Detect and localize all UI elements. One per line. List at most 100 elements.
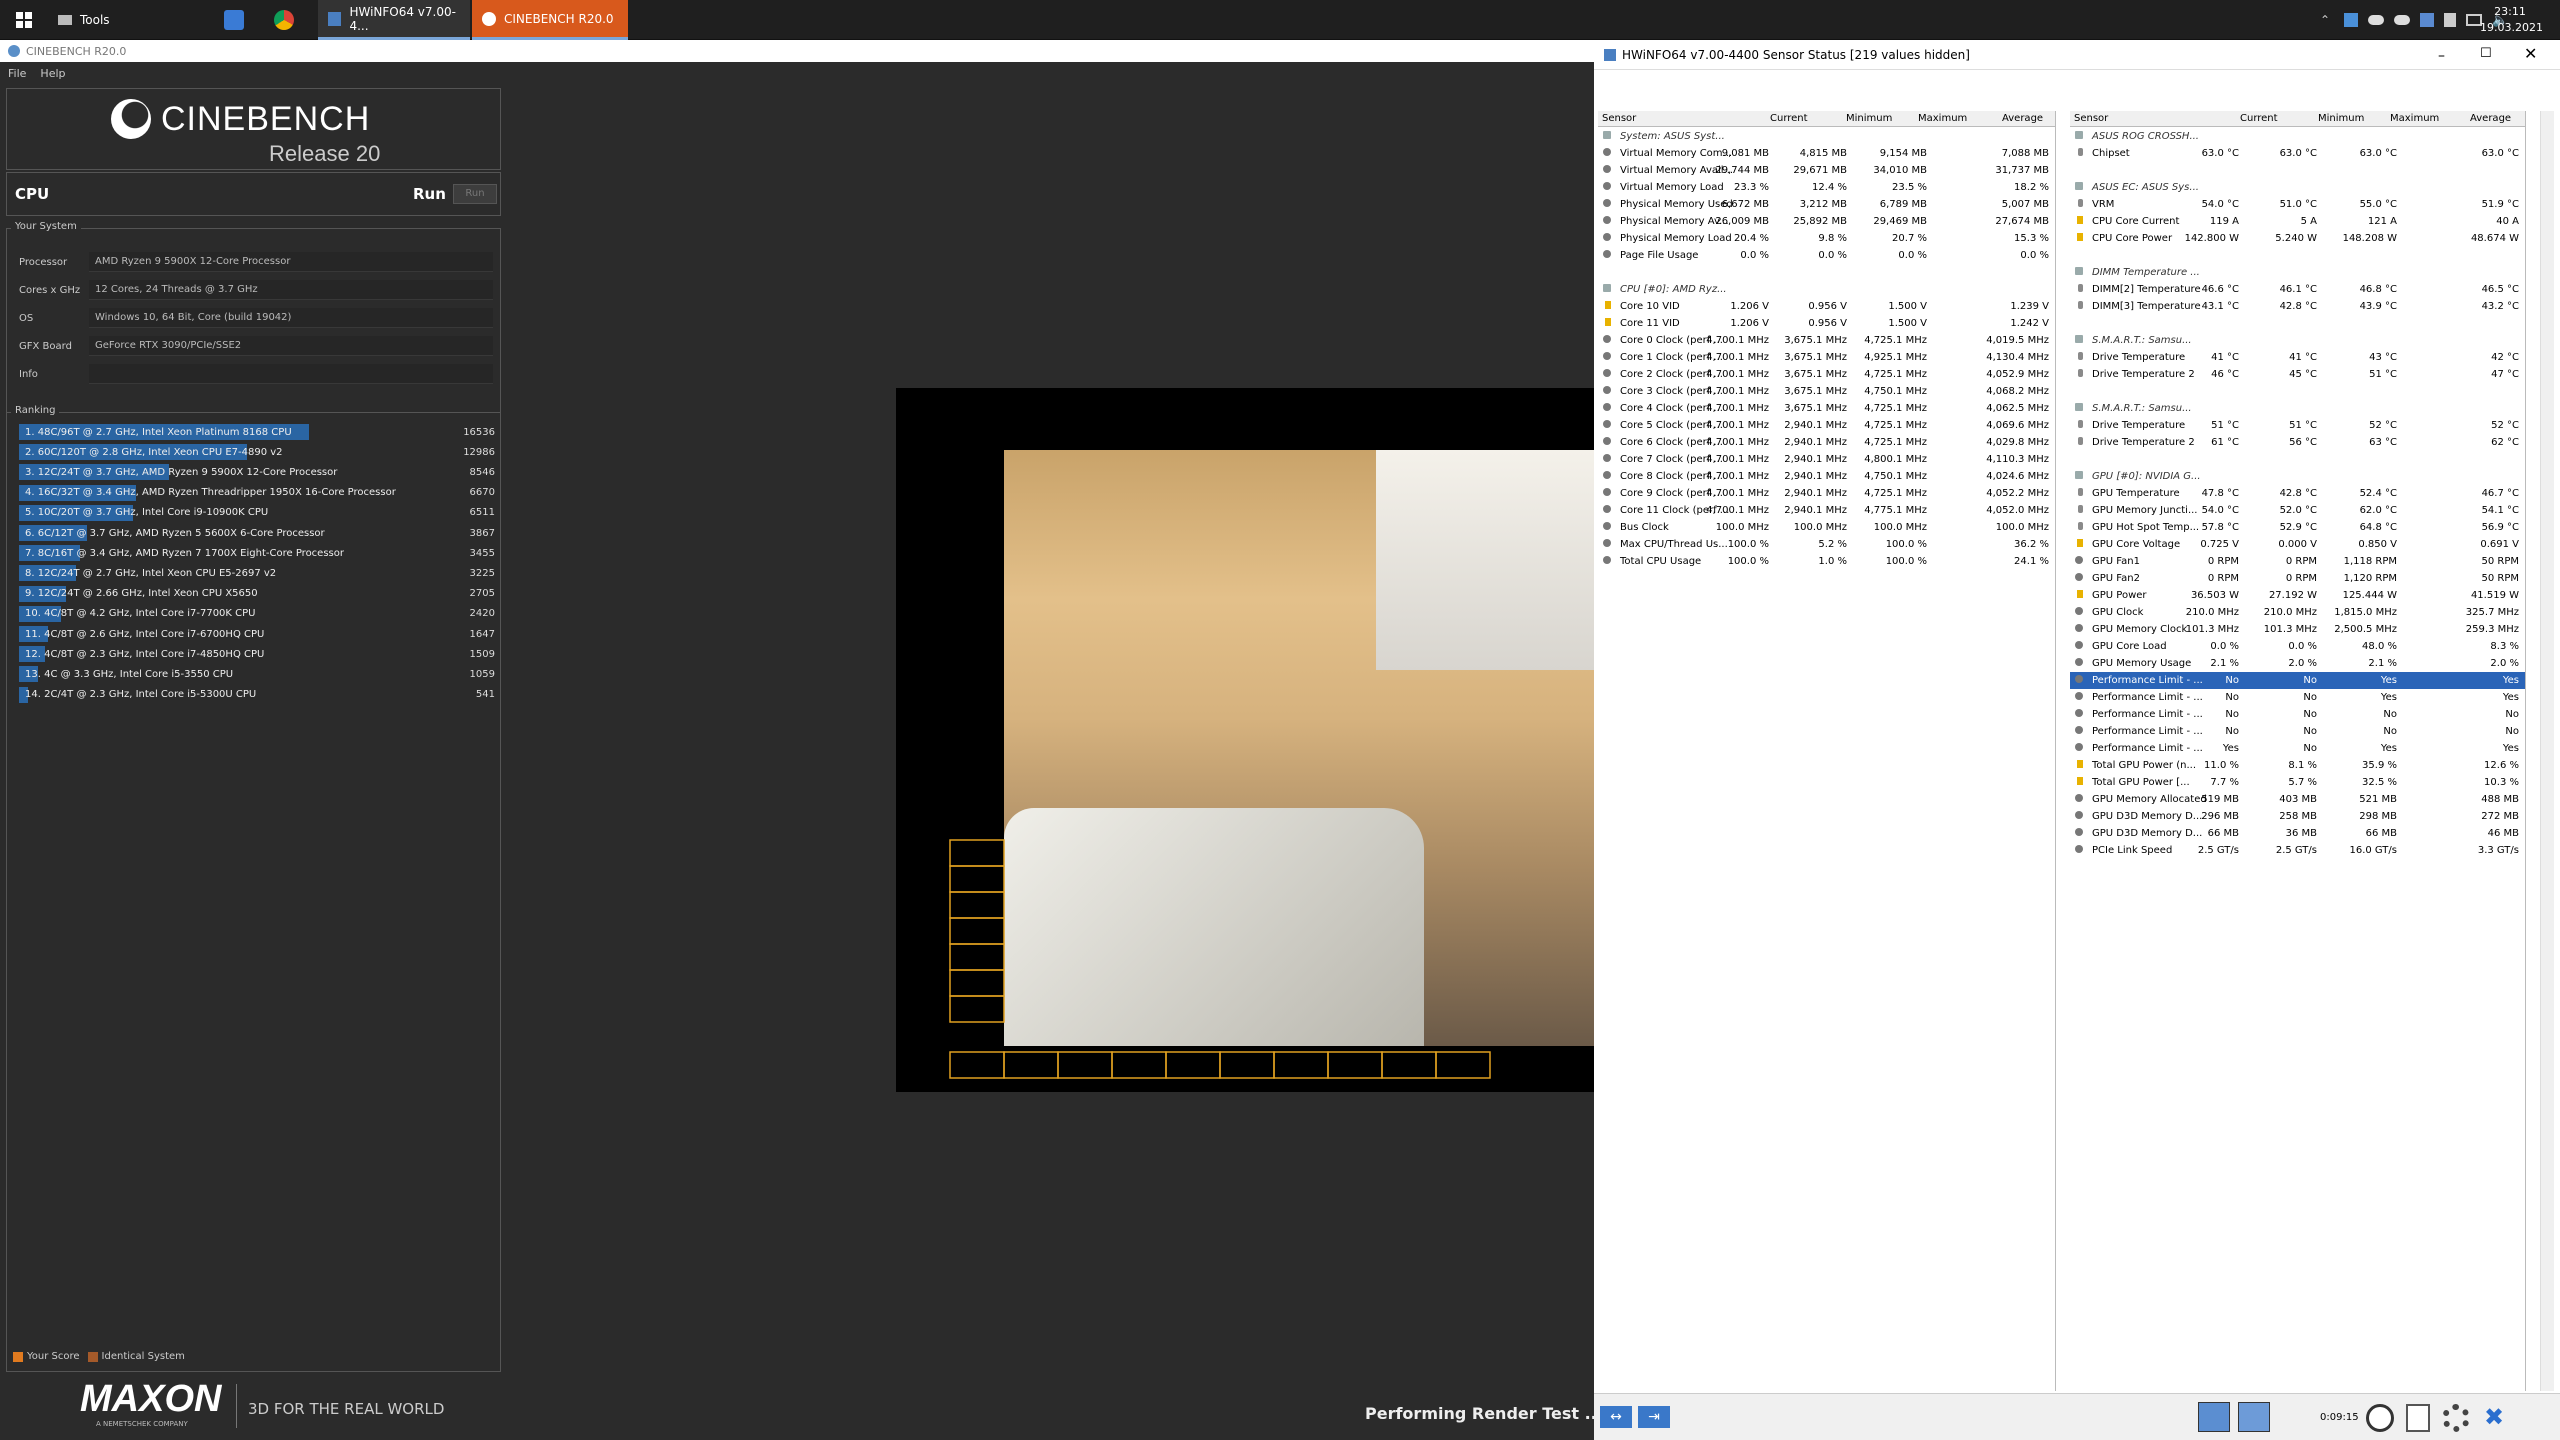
info-field[interactable] [89, 364, 493, 384]
sensor-row[interactable]: Page File Usage 0.0 % 0.0 % 0.0 % 0.0 % [1598, 247, 2055, 264]
sensor-row[interactable]: GPU Fan2 0 RPM 0 RPM 1,120 RPM 50 RPM [2070, 570, 2525, 587]
sensor-group-header[interactable]: DIMM Temperature ... [2070, 264, 2525, 281]
sensor-compare-icon[interactable] [2238, 1402, 2270, 1432]
sensor-row[interactable]: GPU Core Load 0.0 % 0.0 % 48.0 % 8.3 % [2070, 638, 2525, 655]
sensor-group-header[interactable]: S.M.A.R.T.: Samsu... [2070, 332, 2525, 349]
ranking-row[interactable]: 6. 6C/12T @ 3.7 GHz, AMD Ryzen 5 5600X 6… [13, 524, 495, 542]
tools-toolbar[interactable]: Tools [58, 0, 110, 40]
col-maximum[interactable]: Maximum [2390, 113, 2439, 124]
sensor-row[interactable]: Core 0 Clock (perf ... 4,700.1 MHz 3,675.1… [1598, 332, 2055, 349]
ranking-row[interactable]: 12. 4C/8T @ 2.3 GHz, Intel Core i7-4850H… [13, 645, 495, 663]
hwinfo-tray-icon[interactable] [2420, 13, 2434, 27]
sensor-row[interactable]: Core 5 Clock (perf ... 4,700.1 MHz 2,940.1… [1598, 417, 2055, 434]
sensor-row[interactable]: GPU Core Voltage 0.725 V 0.000 V 0.850 V 0.6… [2070, 536, 2525, 553]
ranking-row[interactable]: 1. 48C/96T @ 2.7 GHz, Intel Xeon Platinu… [13, 423, 495, 441]
sensor-group-header[interactable]: S.M.A.R.T.: Samsu... [2070, 400, 2525, 417]
ranking-row[interactable]: 3. 12C/24T @ 3.7 GHz, AMD Ryzen 9 5900X … [13, 463, 495, 481]
start-button[interactable] [0, 0, 48, 40]
col-minimum[interactable]: Minimum [2318, 113, 2364, 124]
sensor-group-header[interactable]: System: ASUS Syst... [1598, 128, 2055, 145]
sensor-row[interactable]: Virtual Memory Avail... 29,744 MB 29,671 M… [1598, 162, 2055, 179]
sensor-row[interactable]: CPU Core Power 142.800 W 5.240 W 148.208 W 4… [2070, 230, 2525, 247]
sensor-row[interactable]: GPU Temperature 47.8 °C 42.8 °C 52.4 °C 46.7… [2070, 485, 2525, 502]
sensor-row[interactable]: Physical Memory Load 20.4 % 9.8 % 20.7 % 15.… [1598, 230, 2055, 247]
sensor-row[interactable]: Total GPU Power (n... 11.0 % 8.1 % 35.9 % 12… [2070, 757, 2525, 774]
arrow-left-icon[interactable]: ↔ [1600, 1406, 1632, 1428]
cloud-icon[interactable] [2394, 15, 2410, 25]
sensor-row[interactable]: Core 7 Clock (perf ... 4,700.1 MHz 2,940.1… [1598, 451, 2055, 468]
sensor-row[interactable]: Physical Memory Av... 26,009 MB 25,892 MB 2… [1598, 213, 2055, 230]
close-button[interactable]: ✕ [2524, 44, 2537, 63]
app-tray-icon[interactable] [2344, 13, 2358, 27]
sensor-row[interactable]: GPU Memory Allocated 519 MB 403 MB 521 MB 48… [2070, 791, 2525, 808]
sensor-row[interactable]: GPU Hot Spot Temp... 57.8 °C 52.9 °C 64.8 °… [2070, 519, 2525, 536]
sensor-row[interactable]: Core 2 Clock (perf ... 4,700.1 MHz 3,675.1… [1598, 366, 2055, 383]
gear-icon[interactable] [2442, 1404, 2470, 1432]
sensor-row[interactable]: Core 6 Clock (perf ... 4,700.1 MHz 2,940.1… [1598, 434, 2055, 451]
maximize-button[interactable]: ☐ [2480, 46, 2492, 61]
ranking-row[interactable]: 2. 60C/120T @ 2.8 GHz, Intel Xeon CPU E7… [13, 443, 495, 461]
sensor-row[interactable]: Performance Limit - ... No No No No [2070, 723, 2525, 740]
sensor-row[interactable]: Drive Temperature 51 °C 51 °C 52 °C 52 °C [2070, 417, 2525, 434]
close-icon[interactable]: ✖ [2480, 1404, 2508, 1432]
cloud-icon[interactable] [2368, 15, 2384, 25]
sensor-row[interactable]: GPU Memory Clock 101.3 MHz 101.3 MHz 2,500.… [2070, 621, 2525, 638]
sensor-row[interactable]: Drive Temperature 2 61 °C 56 °C 63 °C 62 °C [2070, 434, 2525, 451]
sensor-row[interactable]: Core 8 Clock (perf ... 4,700.1 MHz 2,940.1… [1598, 468, 2055, 485]
sensor-row[interactable]: Total GPU Power [... 7.7 % 5.7 % 32.5 % 10.3… [2070, 774, 2525, 791]
table-scrollbar[interactable] [2540, 111, 2554, 1391]
ranking-row[interactable]: 13. 4C @ 3.3 GHz, Intel Core i5-3550 CPU… [13, 665, 495, 683]
sensor-row[interactable]: GPU Power 36.503 W 27.192 W 125.444 W 41.519… [2070, 587, 2525, 604]
sensor-row[interactable]: GPU Fan1 0 RPM 0 RPM 1,118 RPM 50 RPM [2070, 553, 2525, 570]
col-current[interactable]: Current [2240, 113, 2278, 124]
sensor-row[interactable]: Performance Limit - ... No No No No [2070, 706, 2525, 723]
chrome-taskbar-icon[interactable] [274, 0, 294, 40]
sensor-row[interactable]: Core 3 Clock (perf ... 4,700.1 MHz 3,675.1… [1598, 383, 2055, 400]
sensor-row[interactable]: DIMM[3] Temperature 43.1 °C 42.8 °C 43.9 °C… [2070, 298, 2525, 315]
minimize-button[interactable]: – [2438, 48, 2445, 64]
ranking-row[interactable]: 9. 12C/24T @ 2.66 GHz, Intel Xeon CPU X5… [13, 585, 495, 603]
clock-icon[interactable] [2366, 1404, 2394, 1432]
sensor-group-header[interactable]: GPU [#0]: NVIDIA G... [2070, 468, 2525, 485]
taskbar-tab-cinebench[interactable]: CINEBENCH R20.0 [472, 0, 628, 40]
explorer-taskbar-icon[interactable] [224, 0, 244, 40]
sensor-row[interactable]: Performance Limit - ... No No Yes Yes [2070, 689, 2525, 706]
sensor-row[interactable]: CPU Core Current 119 A 5 A 121 A 40 A [2070, 213, 2525, 230]
col-sensor[interactable]: Sensor [1602, 113, 1636, 124]
ranking-row[interactable]: 10. 4C/8T @ 4.2 GHz, Intel Core i7-7700K… [13, 605, 495, 623]
sensor-row[interactable]: Drive Temperature 2 46 °C 45 °C 51 °C 47 °C [2070, 366, 2525, 383]
ranking-row[interactable]: 5. 10C/20T @ 3.7 GHz, Intel Core i9-1090… [13, 504, 495, 522]
usb-icon[interactable] [2444, 13, 2456, 27]
ranking-row[interactable]: 14. 2C/4T @ 2.3 GHz, Intel Core i5-5300U… [13, 686, 495, 704]
report-icon[interactable] [2406, 1404, 2430, 1432]
hwinfo-titlebar[interactable]: HWiNFO64 v7.00-4400 Sensor Status [219 v… [1594, 40, 2560, 70]
sensor-group-header[interactable]: ASUS ROG CROSSH... [2070, 128, 2525, 145]
cinebench-titlebar[interactable]: CINEBENCH R20.0 [0, 40, 1595, 62]
taskbar-tab-hwinfo[interactable]: HWiNFO64 v7.00-4... [318, 0, 470, 40]
ranking-row[interactable]: 8. 12C/24T @ 2.7 GHz, Intel Xeon CPU E5-… [13, 564, 495, 582]
sensor-row[interactable]: PCIe Link Speed 2.5 GT/s 2.5 GT/s 16.0 GT/s… [2070, 842, 2525, 859]
ranking-row[interactable]: 7. 8C/16T @ 3.4 GHz, AMD Ryzen 7 1700X E… [13, 544, 495, 562]
col-minimum[interactable]: Minimum [1846, 113, 1892, 124]
sensor-row[interactable]: Performance Limit - ... Yes No Yes Yes [2070, 740, 2525, 757]
sensor-row[interactable]: DIMM[2] Temperature 46.6 °C 46.1 °C 46.8 °C… [2070, 281, 2525, 298]
network-stats-icon[interactable] [2198, 1402, 2230, 1432]
sensor-row[interactable]: GPU Clock 210.0 MHz 210.0 MHz 1,815.0 MHz 32… [2070, 604, 2525, 621]
sensor-row[interactable]: GPU Memory Usage 2.1 % 2.0 % 2.1 % 2.0 % [2070, 655, 2525, 672]
sensor-row[interactable]: Core 11 Clock (perf ... 4,700.1 MHz 2,940.… [1598, 502, 2055, 519]
sensor-group-header[interactable]: ASUS EC: ASUS Sys... [2070, 179, 2525, 196]
sensor-row[interactable]: Total CPU Usage 100.0 % 1.0 % 100.0 % 24.1 % [1598, 553, 2055, 570]
sensor-row[interactable]: Performance Limit - ... No No Yes Yes [2070, 672, 2525, 689]
sensor-row[interactable]: Virtual Memory Load 23.3 % 12.4 % 23.5 % 18.… [1598, 179, 2055, 196]
sensor-row[interactable]: Bus Clock 100.0 MHz 100.0 MHz 100.0 MHz 100.… [1598, 519, 2055, 536]
ranking-row[interactable]: 11. 4C/8T @ 2.6 GHz, Intel Core i7-6700H… [13, 625, 495, 643]
arrow-right-icon[interactable]: ⇥ [1638, 1406, 1670, 1428]
col-sensor[interactable]: Sensor [2074, 113, 2108, 124]
sensor-row[interactable]: Drive Temperature 41 °C 41 °C 43 °C 42 °C [2070, 349, 2525, 366]
menu-file[interactable]: File [8, 67, 26, 80]
col-average[interactable]: Average [2002, 113, 2043, 124]
sensor-row[interactable]: Core 9 Clock (perf ... 4,700.1 MHz 2,940.1… [1598, 485, 2055, 502]
sensor-row[interactable]: Core 11 VID 1.206 V 0.956 V 1.500 V 1.242 V [1598, 315, 2055, 332]
sensor-row[interactable]: VRM 54.0 °C 51.0 °C 55.0 °C 51.9 °C [2070, 196, 2525, 213]
sensor-row[interactable]: Chipset 63.0 °C 63.0 °C 63.0 °C 63.0 °C [2070, 145, 2525, 162]
